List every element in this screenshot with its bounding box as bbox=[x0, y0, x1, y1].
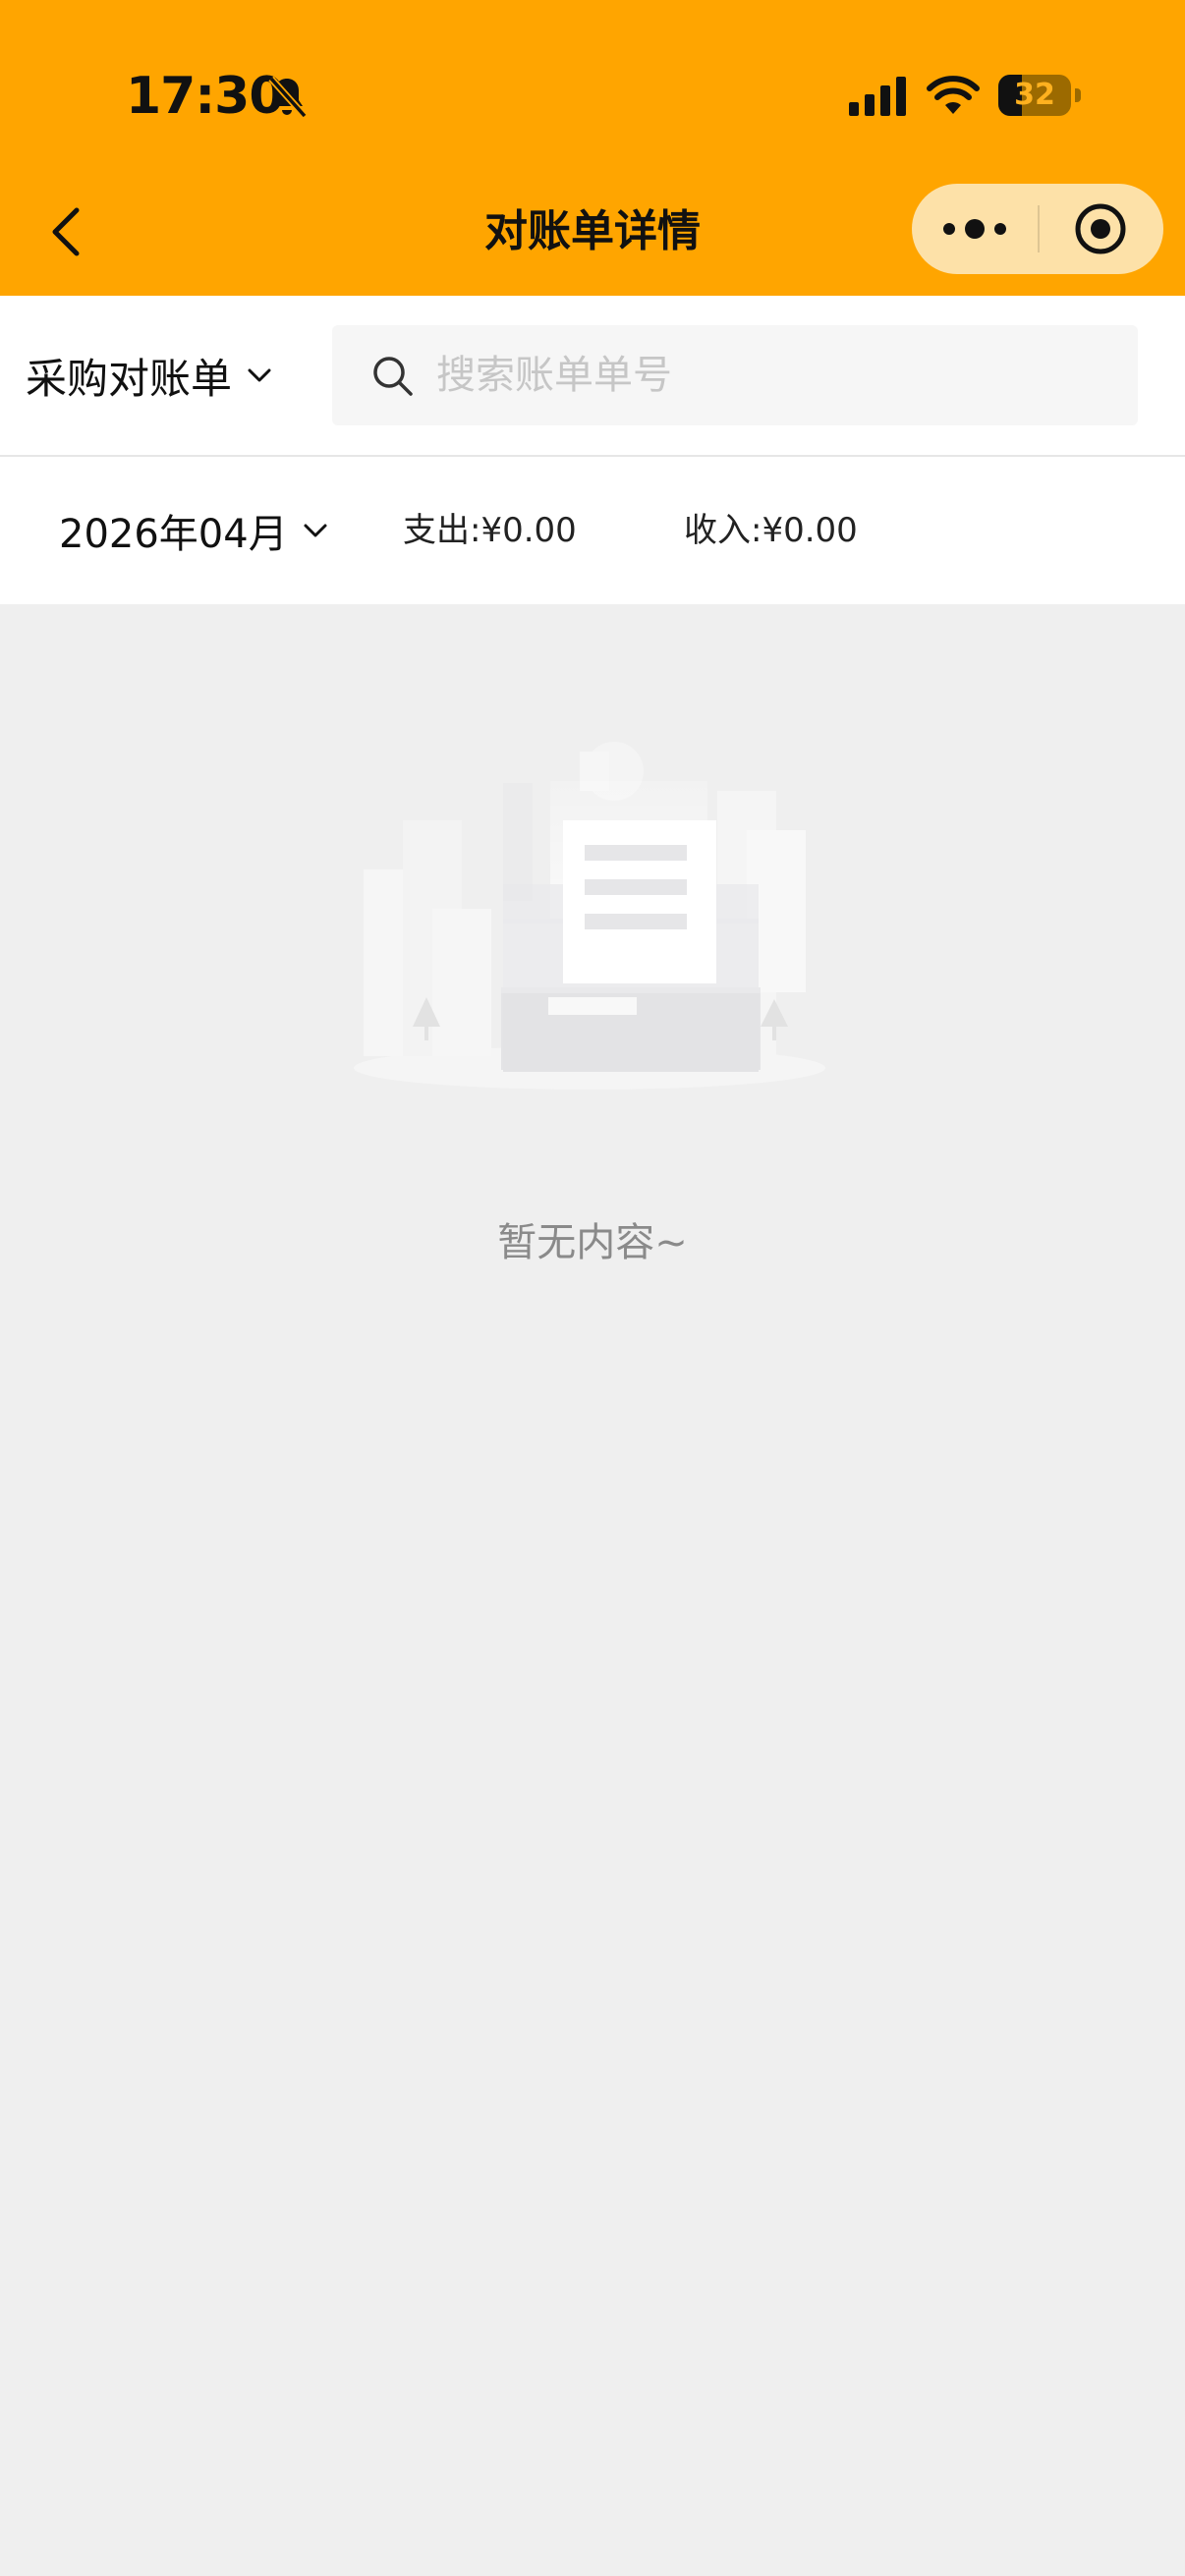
target-circle-icon bbox=[1075, 203, 1126, 254]
battery-body: 32 bbox=[998, 75, 1071, 116]
empty-state-message: 暂无内容~ bbox=[497, 1220, 688, 1265]
battery-level: 32 bbox=[1014, 78, 1055, 112]
search-input[interactable] bbox=[426, 325, 1124, 425]
chevron-down-icon bbox=[304, 524, 327, 537]
income-label: 收入: bbox=[684, 511, 762, 550]
nav-bar: 对账单详情 bbox=[0, 183, 1185, 281]
bell-off-icon bbox=[268, 76, 308, 119]
month-label: 2026年04月 bbox=[59, 512, 288, 557]
statement-type-dropdown[interactable]: 采购对账单 bbox=[26, 343, 273, 408]
empty-state-illustration bbox=[354, 742, 825, 1090]
mini-program-capsule bbox=[912, 184, 1163, 274]
statement-type-label: 采购对账单 bbox=[26, 354, 233, 403]
header: 17:30 32 对账单详情 bbox=[0, 0, 1185, 296]
filter-bar: 采购对账单 bbox=[0, 296, 1185, 457]
status-bar: 17:30 32 bbox=[0, 0, 1185, 187]
search-icon bbox=[373, 357, 413, 396]
battery-icon: 32 bbox=[998, 75, 1081, 116]
back-button[interactable] bbox=[37, 200, 100, 263]
summary-bar: 2026年04月 支出: ¥0.00 收入: ¥0.00 bbox=[0, 457, 1185, 604]
status-time: 17:30 bbox=[126, 67, 285, 126]
expense-value: ¥0.00 bbox=[480, 511, 577, 550]
more-button[interactable] bbox=[912, 184, 1038, 274]
page-title: 对账单详情 bbox=[484, 206, 701, 256]
more-dots-icon bbox=[943, 219, 1006, 239]
month-dropdown[interactable]: 2026年04月 bbox=[59, 496, 329, 565]
chevron-down-icon bbox=[248, 368, 271, 382]
close-mini-program-button[interactable] bbox=[1040, 184, 1163, 274]
expense-label: 支出: bbox=[403, 511, 481, 550]
wifi-icon bbox=[927, 76, 980, 114]
signal-icon bbox=[849, 77, 906, 116]
expense-summary: 支出: ¥0.00 bbox=[403, 504, 577, 557]
search-box[interactable] bbox=[332, 325, 1138, 425]
income-summary: 收入: ¥0.00 bbox=[684, 504, 858, 557]
statement-list: 暂无内容~ bbox=[0, 604, 1185, 2576]
income-value: ¥0.00 bbox=[762, 511, 858, 550]
battery-tip bbox=[1075, 88, 1081, 102]
